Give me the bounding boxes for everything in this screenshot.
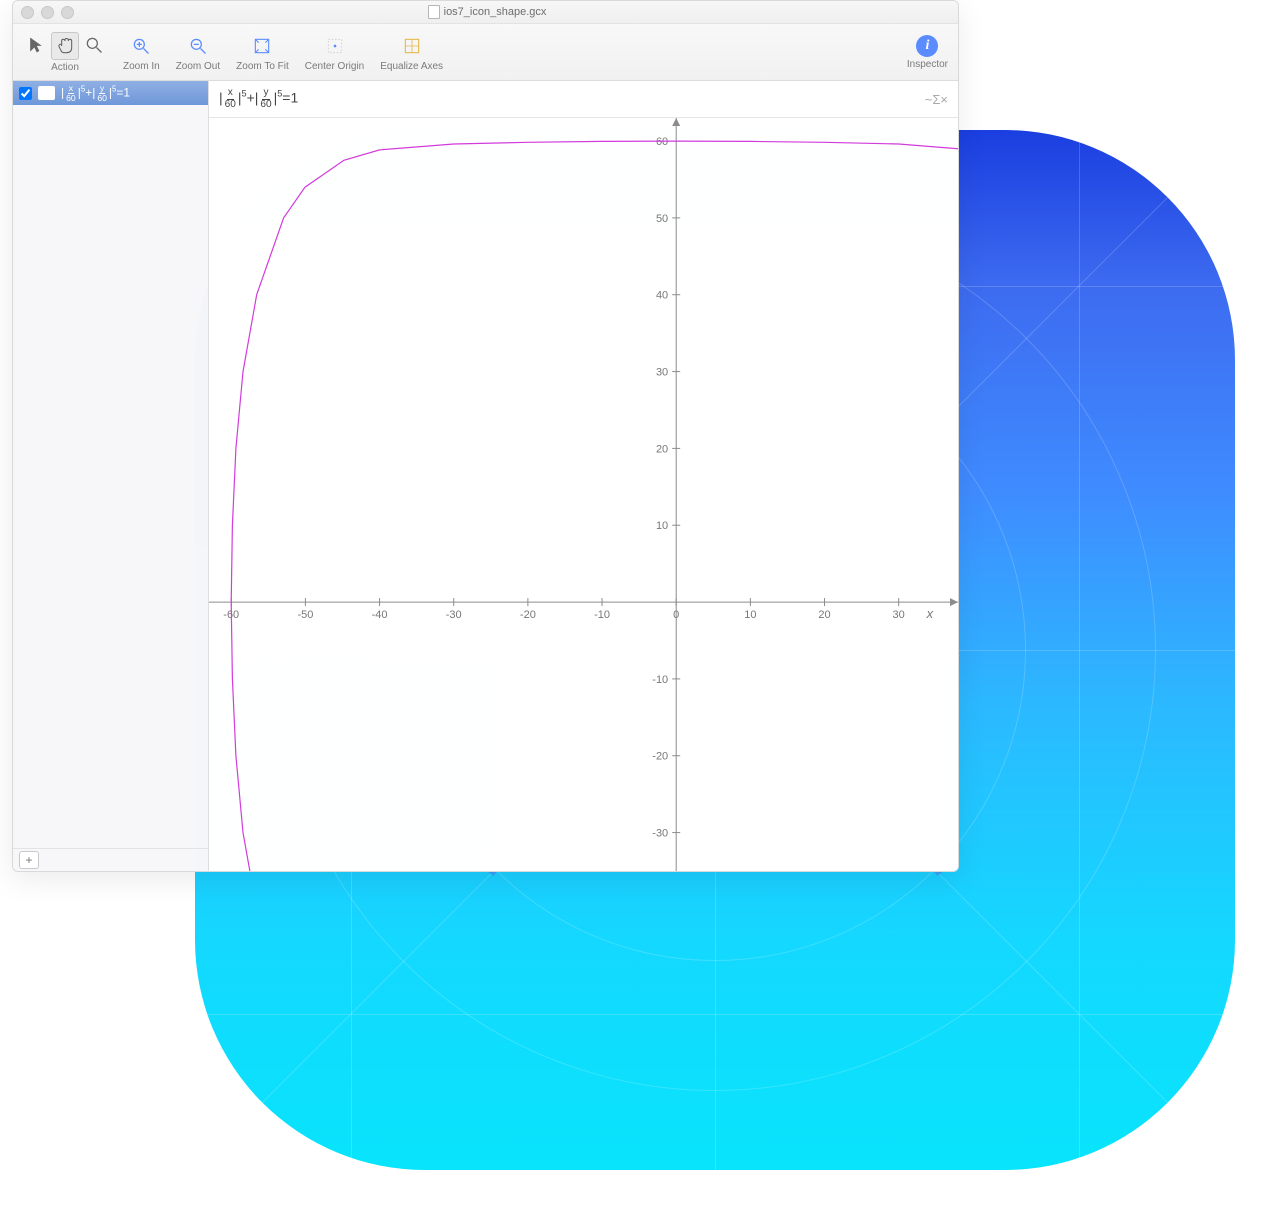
action-group[interactable]: Action (19, 32, 111, 73)
svg-text:-10: -10 (594, 609, 610, 621)
toolbar: Action Zoom In Zoom Out Zoom To Fit Cent (13, 24, 958, 81)
titlebar[interactable]: ios7_icon_shape.gcx (13, 1, 958, 24)
zoom-icon[interactable] (61, 6, 74, 19)
zoom-in-icon (128, 33, 154, 59)
sigma-icon[interactable]: ~Σ× (925, 92, 948, 107)
svg-text:50: 50 (656, 213, 668, 225)
svg-text:-10: -10 (652, 674, 668, 686)
svg-text:x: x (926, 606, 934, 621)
action-label: Action (51, 62, 79, 73)
zoom-out-icon (185, 33, 211, 59)
minimize-icon[interactable] (41, 6, 54, 19)
pointer-icon[interactable] (23, 32, 49, 58)
svg-text:0: 0 (673, 609, 679, 621)
svg-text:30: 30 (656, 367, 668, 379)
magnify-icon[interactable] (81, 32, 107, 58)
sidebar: |x60|5+|y60|5=1 + (13, 81, 209, 871)
app-window: ios7_icon_shape.gcx Action Zoom (12, 0, 959, 872)
svg-text:-50: -50 (297, 609, 313, 621)
svg-text:20: 20 (818, 609, 830, 621)
add-equation-button[interactable]: + (19, 851, 39, 869)
center-origin-button[interactable]: Center Origin (301, 33, 368, 72)
svg-text:30: 30 (893, 609, 905, 621)
svg-text:-30: -30 (652, 828, 668, 840)
svg-text:-30: -30 (446, 609, 462, 621)
document-icon (428, 5, 440, 19)
equation-visible-checkbox[interactable] (19, 87, 32, 100)
inspector-icon: i (916, 35, 938, 57)
window-controls[interactable] (21, 6, 74, 19)
zoom-to-fit-button[interactable]: Zoom To Fit (232, 33, 293, 72)
equation-formula: |x60|5+|y60|5=1 (61, 84, 130, 102)
equalize-axes-icon (399, 33, 425, 59)
close-icon[interactable] (21, 6, 34, 19)
svg-text:20: 20 (656, 443, 668, 455)
equation-color-swatch[interactable] (38, 86, 55, 100)
hand-icon[interactable] (51, 32, 79, 60)
svg-text:10: 10 (744, 609, 756, 621)
zoom-out-button[interactable]: Zoom Out (172, 33, 224, 72)
zoom-to-fit-icon (249, 33, 275, 59)
svg-text:60: 60 (656, 136, 668, 148)
svg-text:-20: -20 (652, 751, 668, 763)
svg-text:-40: -40 (372, 609, 388, 621)
plot-area[interactable]: -60-50-40-30-20-100102030-30-20-10102030… (209, 118, 958, 871)
svg-text:10: 10 (656, 520, 668, 532)
formula-text: |x60|5+|y60|5=1 (219, 88, 298, 109)
equalize-axes-button[interactable]: Equalize Axes (376, 33, 447, 72)
window-title: ios7_icon_shape.gcx (81, 5, 893, 19)
svg-text:-20: -20 (520, 609, 536, 621)
zoom-in-button[interactable]: Zoom In (119, 33, 164, 72)
center-origin-icon (322, 33, 348, 59)
window-title-text: ios7_icon_shape.gcx (444, 6, 547, 18)
plus-icon: + (25, 854, 32, 866)
formula-bar[interactable]: |x60|5+|y60|5=1 ~Σ× (209, 81, 958, 118)
inspector-button[interactable]: i Inspector (903, 35, 952, 70)
equation-list-item[interactable]: |x60|5+|y60|5=1 (13, 81, 208, 105)
svg-text:40: 40 (656, 290, 668, 302)
